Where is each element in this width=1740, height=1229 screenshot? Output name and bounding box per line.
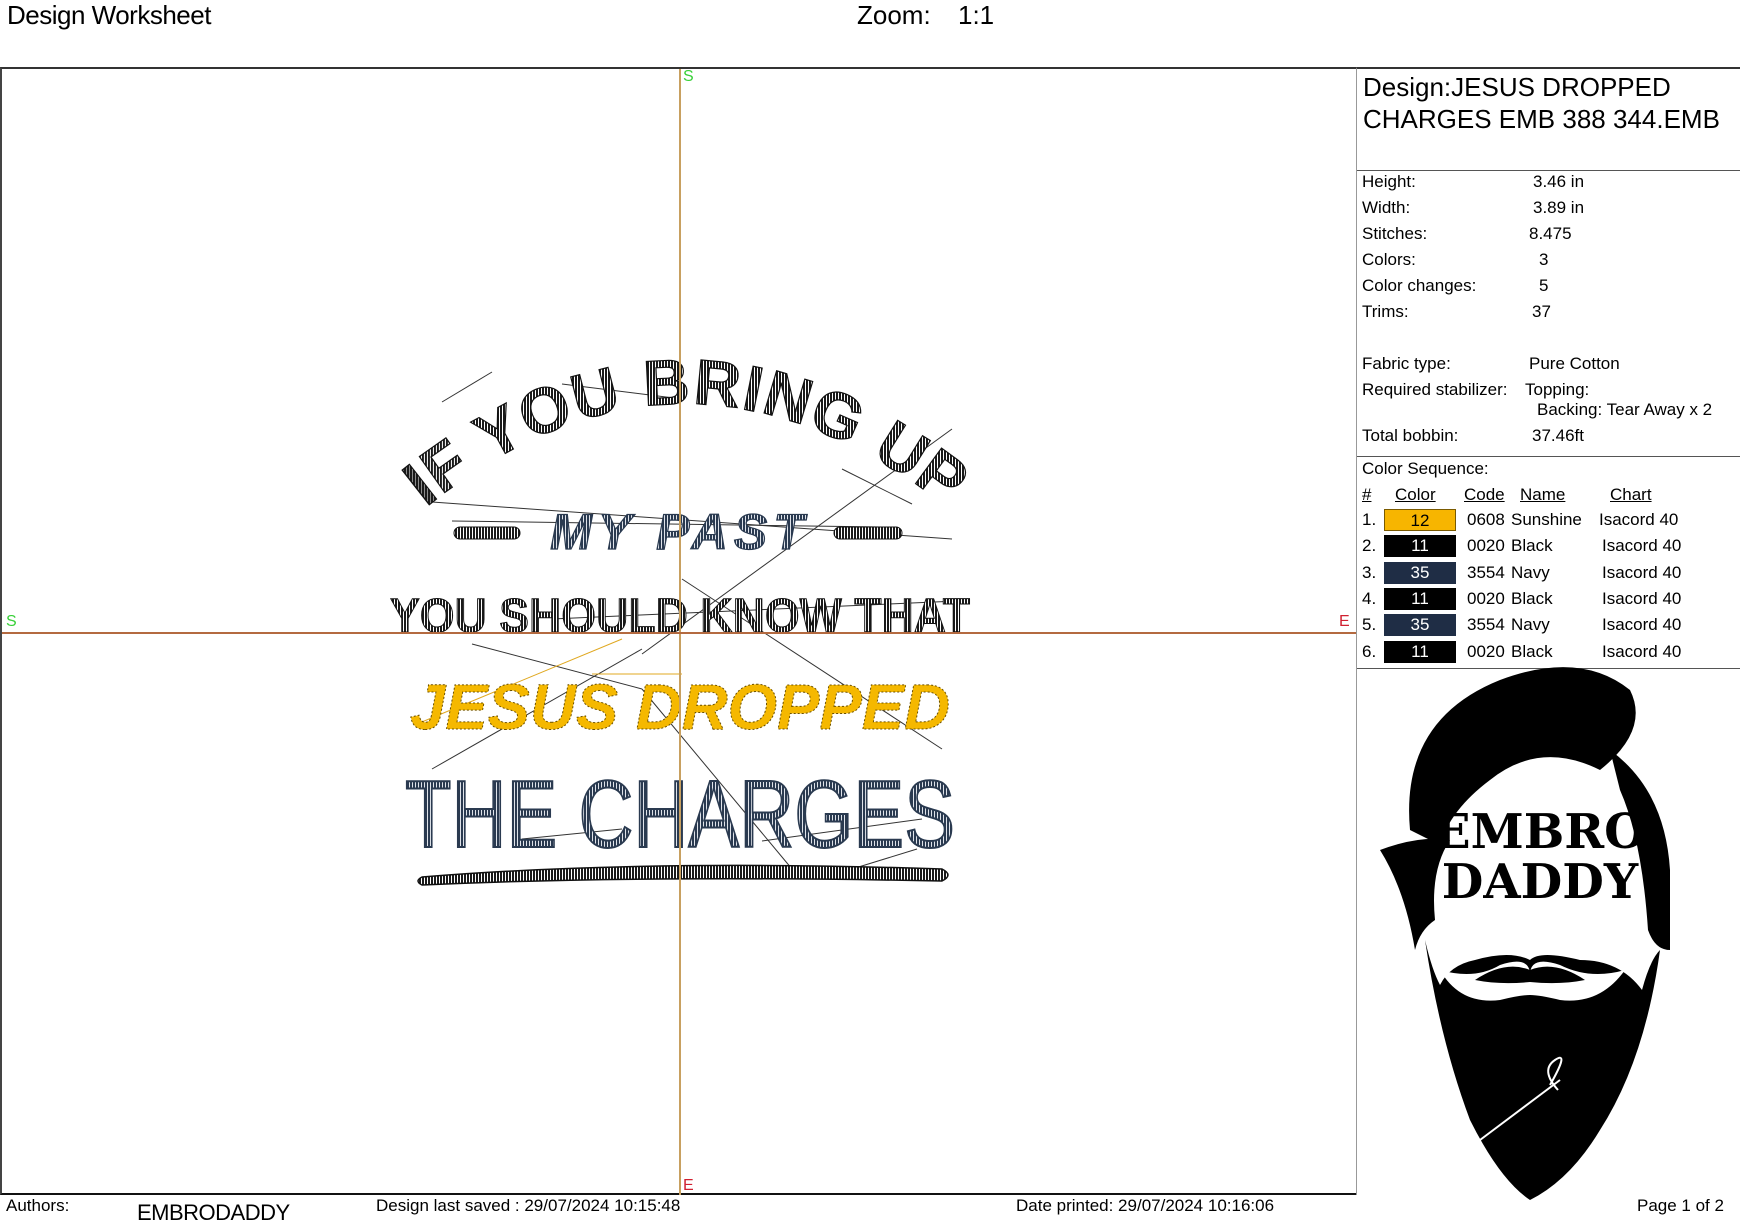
fabric-type-value: Pure Cotton [1529, 354, 1620, 373]
color-chart: Isacord 40 [1602, 562, 1682, 582]
stabilizer-backing: Backing: Tear Away x 2 [1537, 400, 1713, 419]
stabilizer-topping: Topping: [1525, 380, 1590, 399]
logo-text-line1: EMBRO [1434, 804, 1646, 860]
color-name: Black [1511, 588, 1553, 608]
color-row-number: 1. [1362, 510, 1377, 529]
color-code: 0608 [1467, 510, 1505, 529]
col-header-code: Code [1464, 485, 1505, 504]
worksheet-title: Design Worksheet [7, 0, 211, 30]
col-header-num: # [1362, 485, 1372, 504]
spec-label-trims: Trims: [1362, 302, 1409, 321]
spec-value-color-changes: 5 [1539, 276, 1549, 295]
logo-text-line2: DADDY [1442, 854, 1639, 910]
color-swatch: 35 [1384, 614, 1456, 637]
spec-value-colors: 3 [1539, 250, 1549, 269]
color-sequence-row: 4. 11 0020 Black Isacord 40 [1357, 587, 1740, 612]
color-row-number: 6. [1362, 641, 1377, 661]
color-chart: Isacord 40 [1602, 588, 1682, 608]
zoom-value: 1:1 [958, 0, 995, 30]
color-sequence-row: 3. 35 3554 Navy Isacord 40 [1357, 561, 1740, 586]
spec-label-stitches: Stitches: [1362, 224, 1428, 243]
axis-start-left: S [6, 613, 17, 630]
color-chart: Isacord 40 [1602, 641, 1682, 661]
color-name: Navy [1511, 562, 1550, 582]
spec-value-stitches: 8.475 [1529, 224, 1572, 243]
color-swatch: 35 [1384, 561, 1456, 584]
color-row-number: 2. [1362, 536, 1377, 556]
col-header-chart: Chart [1610, 485, 1652, 504]
design-canvas[interactable]: IF YOU BRING UP MY PAST YOU SHOULD KNOW … [0, 67, 1356, 1195]
color-sequence-row: 5. 35 3554 Navy Isacord 40 [1357, 614, 1740, 638]
spec-value-trims: 37 [1532, 302, 1551, 321]
date-printed: Date printed: 29/07/2024 10:16:06 [1016, 1196, 1275, 1215]
stabilizer-label: Required stabilizer: [1362, 380, 1508, 399]
spec-label-color-changes: Color changes: [1362, 276, 1477, 295]
spec-value-width: 3.89 in [1533, 198, 1585, 217]
axis-end-bottom: E [683, 1177, 694, 1194]
color-chart: Isacord 40 [1602, 615, 1682, 635]
color-name: Black [1511, 641, 1553, 661]
axis-start-top: S [683, 68, 694, 85]
color-row-number: 3. [1362, 562, 1377, 582]
color-code: 3554 [1467, 615, 1505, 635]
bobbin-label: Total bobbin: [1362, 426, 1459, 445]
authors-label: Authors: [6, 1196, 70, 1215]
page-indicator: Page 1 of 2 [1637, 1196, 1724, 1215]
fabric-type-label: Fabric type: [1362, 354, 1451, 373]
divider [1357, 170, 1740, 171]
color-sequence-row: 2. 11 0020 Black Isacord 40 [1357, 535, 1740, 559]
spec-label-width: Width: [1362, 198, 1411, 217]
color-swatch: 12 [1384, 509, 1456, 531]
horizontal-center-guide [2, 632, 1356, 634]
design-text-line-1: IF YOU BRING UP [390, 345, 982, 519]
color-row-number: 4. [1362, 588, 1377, 608]
decorative-bar-left [453, 526, 521, 540]
spec-label-colors: Colors: [1362, 250, 1416, 269]
color-sequence-row: 1. 12 0608 Sunshine Isacord 40 [1357, 509, 1740, 533]
decorative-bar-right [833, 526, 903, 540]
color-swatch: 11 [1384, 535, 1456, 558]
decorative-swoosh [417, 864, 949, 886]
axis-end-right: E [1339, 613, 1350, 630]
bobbin-value: 37.46ft [1532, 426, 1584, 445]
color-chart: Isacord 40 [1602, 536, 1682, 556]
spec-label-height: Height: [1362, 172, 1416, 191]
last-saved: Design last saved : 29/07/2024 10:15:48 [376, 1196, 681, 1215]
color-name: Navy [1511, 615, 1550, 635]
divider [1357, 456, 1740, 457]
color-code: 0020 [1467, 641, 1505, 661]
col-header-name: Name [1520, 485, 1566, 504]
design-title: Design:JESUS DROPPED CHARGES EMB 388 344… [1363, 72, 1720, 134]
embrodaddy-logo: EMBRO DADDY [1380, 667, 1670, 1200]
color-swatch: 11 [1384, 587, 1456, 610]
authors-value: EMBRODADDY [137, 1200, 290, 1225]
color-name: Sunshine [1511, 510, 1582, 529]
color-code: 0020 [1467, 588, 1505, 608]
color-name: Black [1511, 536, 1553, 556]
color-code: 0020 [1467, 536, 1505, 556]
color-code: 3554 [1467, 562, 1505, 582]
color-sequence-title: Color Sequence: [1362, 459, 1489, 478]
color-chart: Isacord 40 [1599, 510, 1679, 529]
col-header-color: Color [1395, 485, 1436, 504]
color-row-number: 5. [1362, 615, 1377, 635]
zoom-label: Zoom: [857, 0, 931, 30]
spec-value-height: 3.46 in [1533, 172, 1585, 191]
